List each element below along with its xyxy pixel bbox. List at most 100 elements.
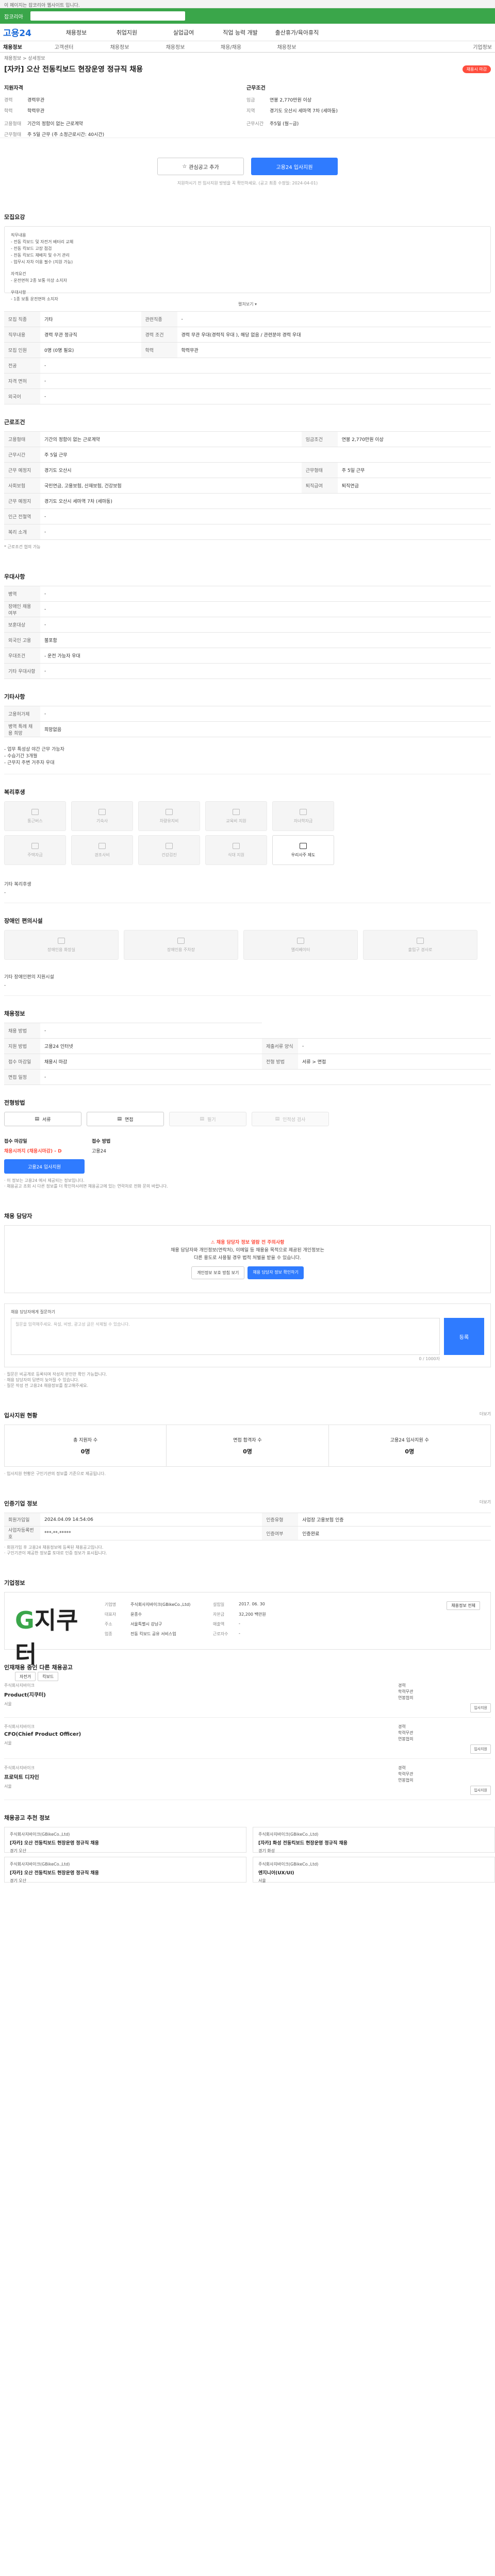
- main-menu-item[interactable]: 실업급여: [155, 28, 212, 37]
- deadline-note: · 이 정보는 고용24 에서 제공되는 정보입니다. · 채용공고 조회 시 …: [4, 1174, 491, 1198]
- recommend-title[interactable]: [자카] 오산 전동킥보드 현장운영 정규직 채용: [10, 1839, 241, 1846]
- table-value: -: [40, 586, 491, 602]
- section-title-row: 인증기업 정보 더보기: [4, 1486, 491, 1513]
- other-list: - 업무 특성상 야간 근무 가능자 - 수습기간 3개월 - 근무지 주변 거주자…: [4, 737, 491, 774]
- note-line: · 채용공고 조회 시 다른 정보를 더 확인하시려면 채용공고에 있는 연락처…: [4, 1184, 168, 1189]
- main-menu-item[interactable]: 출산휴가/육아휴직: [269, 28, 325, 37]
- sub-tab[interactable]: 채용정보: [259, 43, 315, 50]
- job-condition: 연봉협의: [398, 1696, 414, 1700]
- note-line: · 채용 담당자의 답변이 늦어질 수 있습니다.: [4, 1378, 79, 1382]
- section-title: 복리후생: [4, 789, 25, 795]
- benefit-label: 차량유지비: [159, 818, 179, 823]
- company-value: -: [239, 1621, 240, 1626]
- site-logo[interactable]: 고용24: [3, 26, 31, 39]
- breadcrumb: 채용정보 > 상세정보: [4, 56, 45, 61]
- table-key: 직무내용: [4, 327, 40, 343]
- recommend-card[interactable]: 주식회사지바이크(GBikeCo.,Ltd) [자카] 오산 전동킥보드 현장운영…: [4, 1857, 246, 1883]
- benefit-other-value: -: [4, 890, 6, 895]
- main-menu-item[interactable]: 취업지원: [98, 28, 155, 37]
- more-link[interactable]: 더보기: [480, 1499, 491, 1505]
- global-bar-title: 잡코리아: [4, 14, 23, 20]
- global-search-input[interactable]: [30, 11, 185, 21]
- company-logo: G지쿠터: [15, 1602, 92, 1670]
- recommend-title[interactable]: [자카] 화성 전동킥보드 현장운영 정규직 채용: [258, 1839, 489, 1846]
- sub-tab[interactable]: 채용정보: [147, 43, 203, 50]
- company-tag: 자전거: [15, 1672, 36, 1681]
- contact-info-button[interactable]: 채용 담당자 정보 확인하기: [248, 1266, 304, 1279]
- summary-value: 주 5일 근무 (주 소정근로시간: 40시간): [27, 132, 105, 138]
- table-key: 관련직종: [141, 311, 177, 327]
- register-button[interactable]: 등록: [444, 1318, 484, 1355]
- apply-button[interactable]: 고용24 입사지원: [251, 158, 338, 175]
- table-row: 인근 전철역 -: [4, 509, 491, 524]
- benefit-card: 건강검진: [138, 835, 200, 865]
- company-value: 서울특별시 강남구: [130, 1622, 162, 1626]
- recommend-card[interactable]: 주식회사지바이크(GBikeCo.,Ltd) [자카] 화성 전동킥보드 현장운영…: [253, 1827, 495, 1853]
- sub-tab[interactable]: 채용정보: [92, 43, 147, 50]
- facility-icon: [297, 937, 304, 944]
- recommend-sub: 서울: [258, 1878, 266, 1883]
- summary-key: 근무시간: [246, 122, 264, 127]
- table-key: 장애인 채용 여부: [4, 601, 40, 617]
- summary-left: 지원자격 경력 경력무관 학력 학력무관 고용형태 기간의 정함이 없는 근로계약 근…: [4, 83, 246, 138]
- section-title: 채용공고 추천 정보: [4, 1815, 50, 1821]
- warn-box: ⚠ 채용 담당자 정보 열람 전 주의사항 채용 담당자와 개인정보(연락처),…: [4, 1225, 491, 1293]
- interest-button[interactable]: ☆ 관심공고 추가: [157, 158, 244, 175]
- facility-card: 엘리베이터: [243, 930, 358, 960]
- table-value: 주 5일 근무: [40, 447, 491, 463]
- detail-line: - 전동 킥보드 고장 점검: [11, 246, 52, 251]
- benefit-label: 경조사비: [94, 852, 110, 857]
- job-title[interactable]: 프로덕트 디자인: [4, 1773, 39, 1781]
- privacy-policy-button[interactable]: 개인정보 보호 방침 보기: [191, 1266, 245, 1279]
- sub-tab[interactable]: 채용정보: [3, 43, 36, 50]
- recommend-grid: 주식회사지바이크(GBikeCo.,Ltd) [자카] 오산 전동킥보드 현장운영…: [4, 1827, 495, 1883]
- job-title[interactable]: CFO(Chief Product Officer): [4, 1732, 81, 1737]
- more-link[interactable]: 더보기: [480, 1411, 491, 1417]
- table-value: 사업장 고용보험 인증: [298, 1513, 491, 1527]
- sub-tab[interactable]: 채용/채용: [203, 43, 259, 50]
- job-title[interactable]: Product(지쿠터): [4, 1690, 46, 1698]
- table-row: 복리 소개 -: [4, 524, 491, 540]
- job-apply-button[interactable]: 입사지원: [470, 1786, 491, 1795]
- expand-button[interactable]: 펼쳐보기 ▾: [4, 298, 491, 311]
- main-menu-item[interactable]: 채용정보: [54, 28, 98, 37]
- benefit-icon: [233, 808, 240, 815]
- question-textarea[interactable]: 질문을 입력해주세요. 욕설, 비방, 광고성 글은 삭제될 수 있습니다.: [11, 1318, 440, 1355]
- benefit-icon: [300, 808, 307, 815]
- table-row: 채용 방법 -: [4, 1023, 491, 1039]
- company-jobs-button[interactable]: 채용정보 전체: [447, 1601, 480, 1610]
- facility-icon: [58, 937, 65, 944]
- recommend-title[interactable]: 엔지니어(UX/UI): [258, 1869, 489, 1876]
- recommend-card[interactable]: 주식회사지바이크(GBikeCo.,Ltd) [자카] 오산 전동킥보드 현장운영…: [4, 1827, 246, 1853]
- sub-tab[interactable]: 기업정보: [451, 43, 492, 50]
- recommend-title[interactable]: [자카] 오산 전동킥보드 현장운영 정규직 채용: [10, 1869, 241, 1876]
- job-list-item[interactable]: 주식회사지바이크 CFO(Chief Product Officer) 서울 경력 학력…: [4, 1718, 491, 1759]
- page-bottom-spacer: [0, 1883, 495, 1903]
- summary-right-heading: 근무조건: [246, 86, 266, 91]
- note-line: · 질문 작성 전 고용24 채용정보를 참고해주세요.: [4, 1383, 89, 1388]
- document-icon: ▤: [35, 1116, 39, 1122]
- job-apply-button[interactable]: 입사지원: [470, 1744, 491, 1754]
- table-key: 접수 마감일: [4, 1054, 40, 1070]
- table-key: 근무 예정지: [4, 493, 40, 509]
- recommend-card[interactable]: 주식회사지바이크(GBikeCo.,Ltd) 엔지니어(UX/UI) 서울: [253, 1857, 495, 1883]
- job-list-item[interactable]: 주식회사지바이크 프로덕트 디자인 서울 경력 학력무관 연봉협의 입사지원: [4, 1759, 491, 1800]
- page: 이 페이지는 잡코리아 웹사이트 입니다. 잡코리아 고용24 채용정보 취업지원…: [0, 0, 495, 1903]
- section-benefit: 복리후생 통근버스 기숙사 차량유지비 교육비 지원 자녀학자금 주택자금 경조사비 건강검진…: [0, 774, 495, 903]
- facility-icon: [177, 937, 185, 944]
- benefit-label: 식대 지원: [228, 852, 244, 857]
- benefit-icon: [166, 808, 173, 815]
- star-icon: ☆: [182, 163, 187, 170]
- job-apply-button[interactable]: 입사지원: [470, 1703, 491, 1713]
- apply-button-2[interactable]: 고용24 입사지원: [4, 1159, 85, 1174]
- main-menu-item[interactable]: 직업 능력 개발: [212, 28, 269, 37]
- sub-tab[interactable]: 고객센터: [36, 43, 92, 50]
- sub-tabs: 채용정보 고객센터 채용정보 채용정보 채용/채용 채용정보 기업정보: [0, 41, 495, 53]
- condition-table: 고용형태 기간의 정함이 없는 근로계약 임금조건 연봉 2,770만원 이상 근무시간…: [4, 431, 491, 540]
- table-value: 경기도 오산시 세마역 7차 (세마동): [40, 493, 491, 509]
- table-value: 2024.04.09 14:54:06: [40, 1513, 262, 1527]
- facility-card: 장애인용 주차장: [124, 930, 238, 960]
- deadline-badge: 채용시 마감: [462, 65, 491, 73]
- job-list-item[interactable]: 주식회사지바이크 Product(지쿠터) 서울 경력 학력무관 연봉협의 입사지원: [4, 1676, 491, 1718]
- list-item: - 업무 특성상 야간 근무 가능자: [4, 747, 64, 752]
